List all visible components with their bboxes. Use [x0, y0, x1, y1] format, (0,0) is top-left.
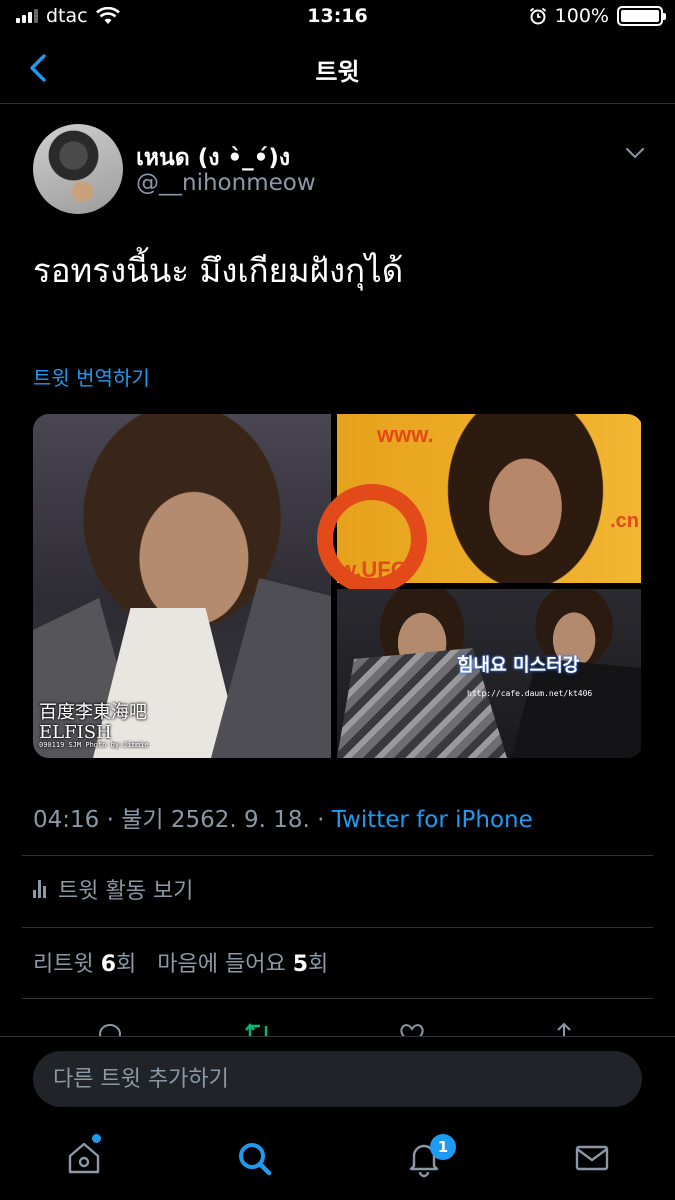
add-tweet-input[interactable] — [33, 1051, 642, 1107]
page-title: 트윗 — [315, 58, 360, 86]
photo-jacket-right — [211, 578, 331, 758]
alarm-icon — [529, 7, 546, 25]
photo-watermark-sub: ELFISH — [39, 721, 112, 743]
translate-tweet-link[interactable]: 트윗 번역하기 — [33, 362, 150, 391]
avatar[interactable] — [33, 124, 123, 214]
likes-stat[interactable]: 마음에 들어요 5회 — [157, 952, 328, 977]
nav-header: 트윗 — [0, 34, 675, 104]
divider — [22, 927, 653, 928]
status-bar-right: 100% — [529, 5, 666, 27]
retweets-count: 6 — [100, 952, 117, 977]
divider — [22, 998, 653, 999]
home-unread-dot — [92, 1134, 101, 1143]
retweets-label: 리트윗 — [33, 952, 94, 977]
photo-watermark-title: 百度李東海吧 — [39, 701, 147, 723]
bottom-tab-bar: 1 — [0, 1120, 675, 1200]
tweet-actions — [0, 1014, 675, 1036]
tweet-text: รอทรงนี้นะ มึงเกียมฝังกุได้ — [33, 251, 404, 290]
media-photo-1[interactable]: 百度李東海吧 ELFISH 090119 SJM Photo by:Jimmie — [33, 414, 331, 758]
search-icon[interactable] — [234, 1138, 274, 1178]
divider — [22, 855, 653, 856]
photo-watermark-ufo: w.UFO — [339, 557, 408, 582]
home-icon[interactable] — [64, 1138, 104, 1178]
analytics-icon — [33, 880, 46, 898]
battery-icon — [617, 6, 666, 26]
photo-watermark-credit: 090119 SJM Photo by:Jimmie — [39, 741, 149, 750]
retweet-icon[interactable] — [244, 1020, 272, 1036]
photo-watermark-korean: 힘내요 미스터강 — [457, 655, 580, 676]
photo-watermark-url: http://cafe.daum.net/kt406 — [467, 689, 593, 698]
photo-watermark-www: www. — [377, 422, 434, 447]
tweet-activity-link[interactable]: 트윗 활동 보기 — [33, 873, 193, 905]
tweet-stats: 리트윗 6회 마음에 들어요 5회 — [33, 946, 328, 978]
status-bar: dtac 13:16 100% — [0, 0, 675, 34]
tweet-meta: 04:16 · 불기 2562. 9. 18. · Twitter for iP… — [33, 800, 533, 834]
media-photo-3[interactable]: 힘내요 미스터강 http://cafe.daum.net/kt406 — [337, 589, 641, 758]
likes-count: 5 — [292, 952, 309, 977]
tweet-source-link[interactable]: Twitter for iPhone — [332, 807, 533, 833]
media-grid: 百度李東海吧 ELFISH 090119 SJM Photo by:Jimmie… — [33, 414, 643, 758]
share-icon[interactable] — [550, 1020, 578, 1036]
reply-icon[interactable] — [96, 1020, 124, 1036]
tweet-activity-label: 트윗 활동 보기 — [58, 879, 194, 904]
photo-watermark: 百度李東海吧 ELFISH 090119 SJM Photo by:Jimmie — [39, 701, 149, 750]
likes-unit: 회 — [308, 952, 329, 977]
media-photo-2[interactable]: www. .cn w.UFO — [317, 414, 641, 594]
likes-label: 마음에 들어요 — [157, 952, 286, 977]
messages-mail-icon[interactable] — [572, 1138, 612, 1178]
battery-percent: 100% — [554, 5, 609, 27]
photo-watermark-cn: .cn — [610, 510, 639, 532]
user-handle[interactable]: @__nihonmeow — [136, 170, 316, 196]
battery-fill — [621, 10, 659, 22]
retweets-stat[interactable]: 리트윗 6회 — [33, 952, 136, 977]
tweet-timestamp: 04:16 · 불기 2562. 9. 18. · — [33, 807, 332, 833]
retweets-unit: 회 — [116, 952, 137, 977]
like-heart-icon[interactable] — [398, 1020, 426, 1036]
notifications-badge: 1 — [430, 1134, 456, 1160]
chevron-down-icon[interactable] — [625, 146, 645, 160]
